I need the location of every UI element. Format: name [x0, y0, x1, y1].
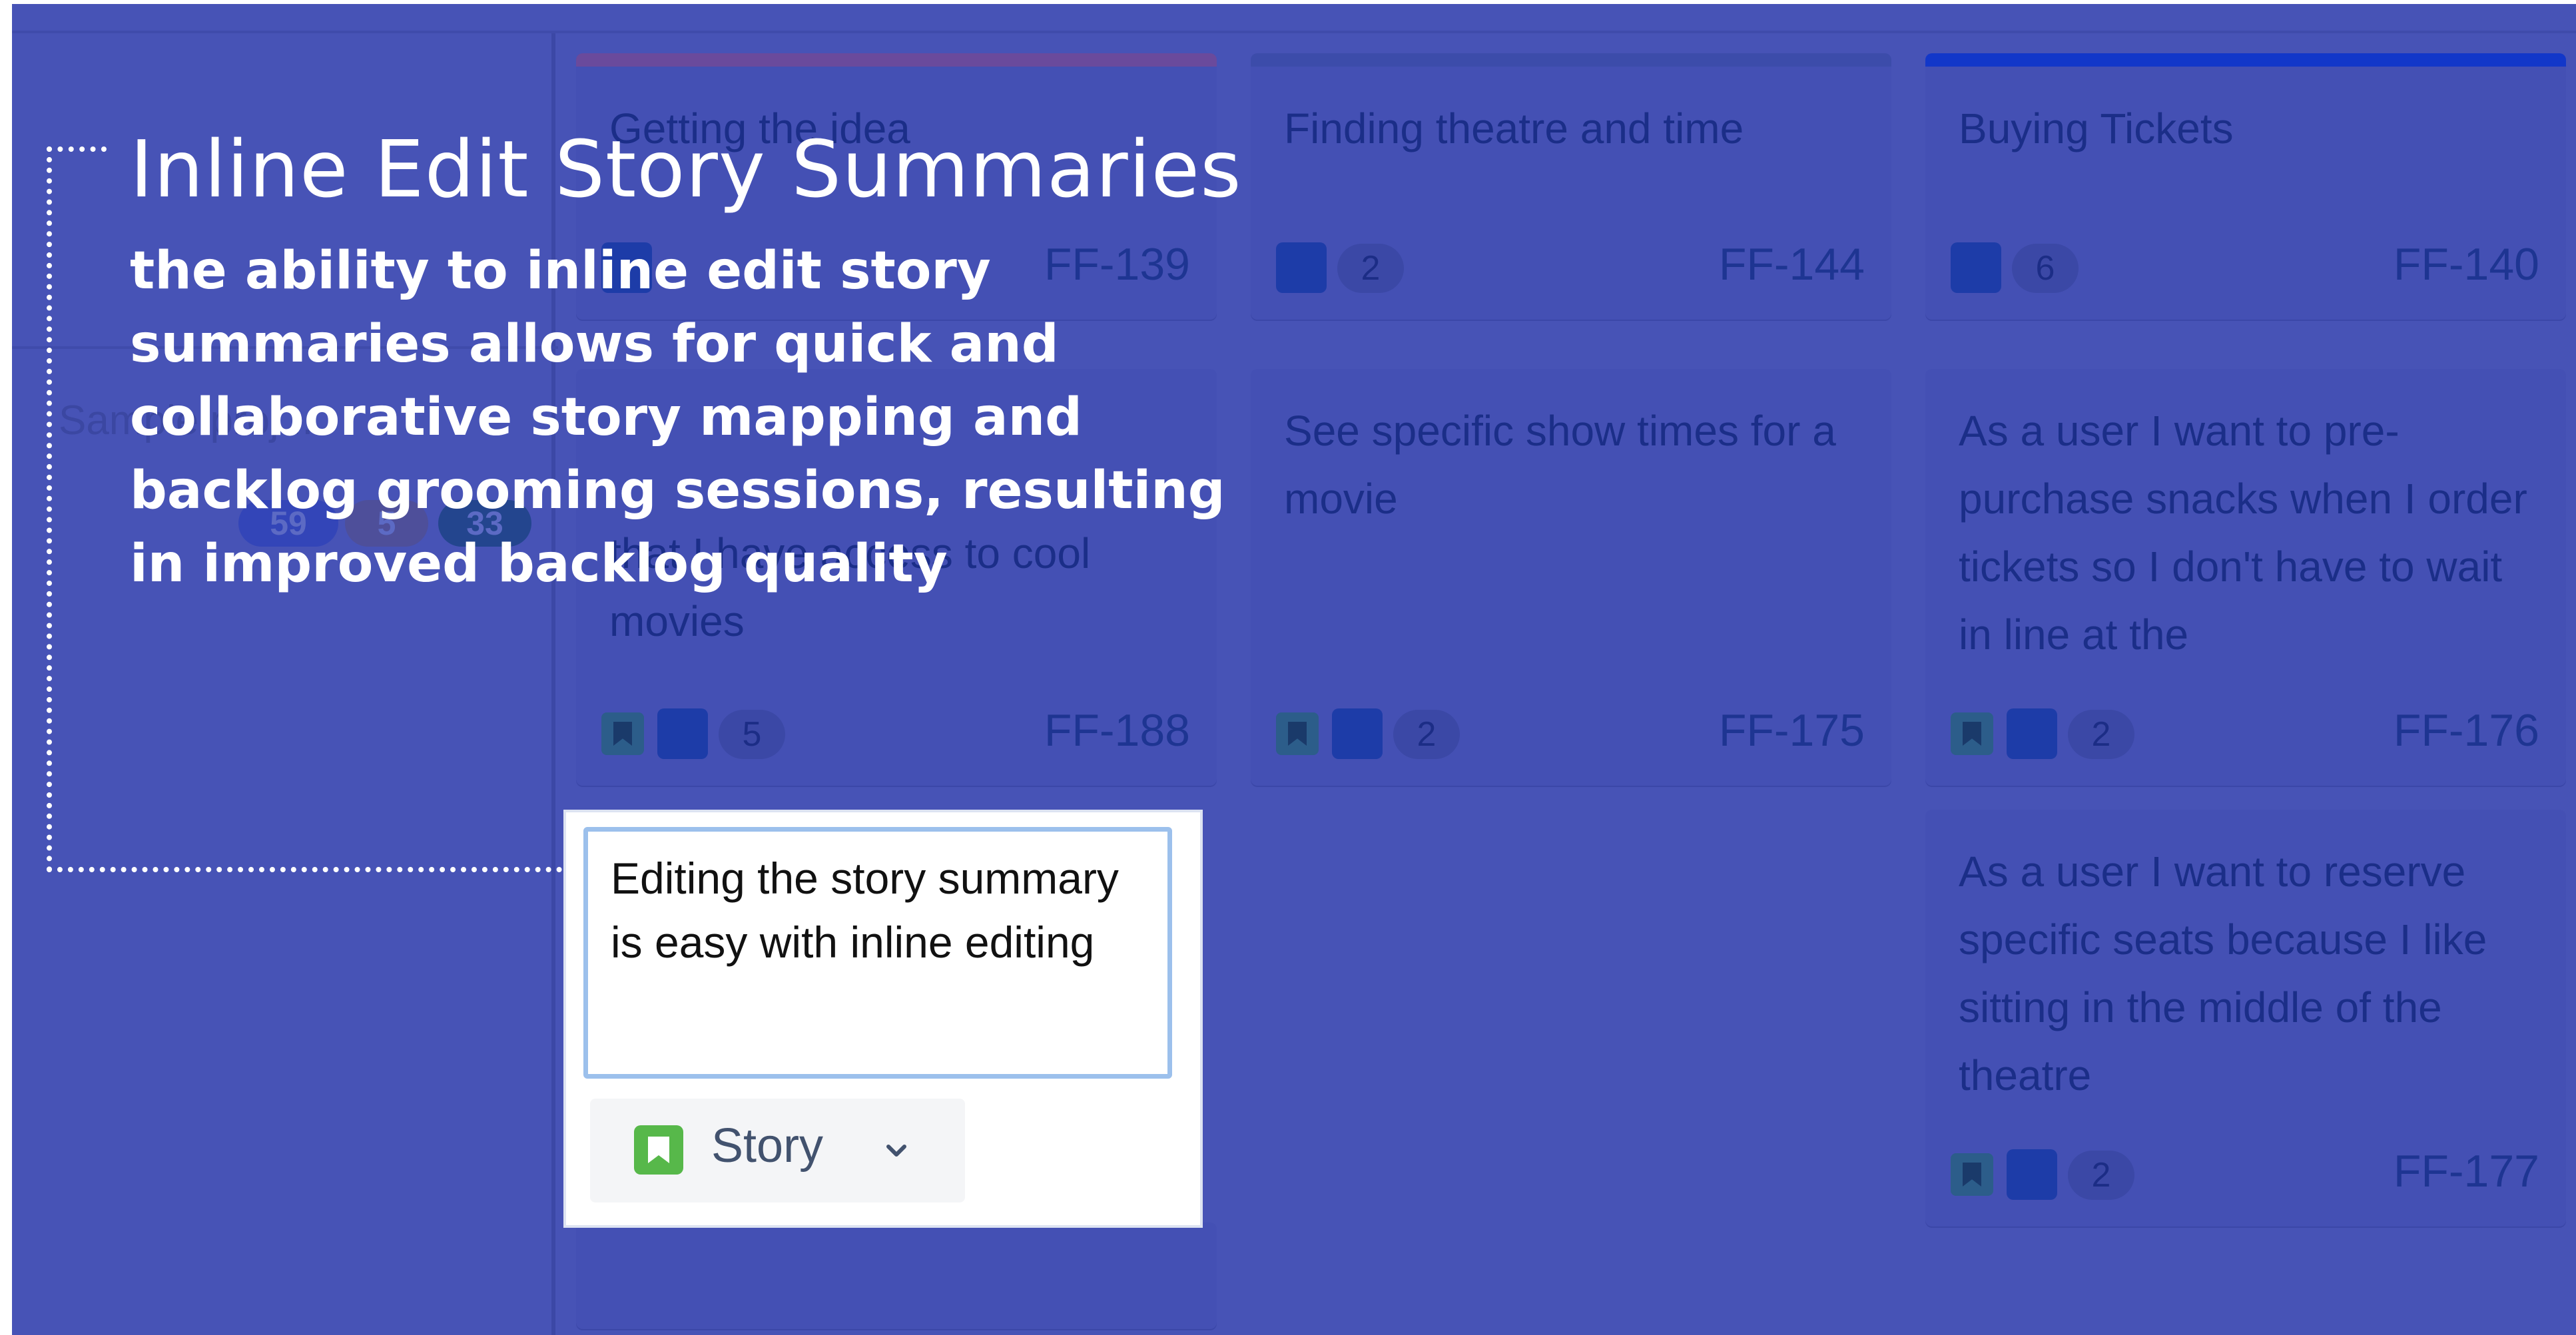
epic-color-stripe [1925, 53, 2566, 67]
story-count-badge: 6 [2012, 244, 2079, 293]
callout-title: Inline Edit Story Summaries [130, 123, 1242, 215]
issue-key[interactable]: FF-144 [1719, 238, 1865, 290]
story-bookmark-icon [634, 1125, 683, 1175]
story-type-icon [601, 712, 644, 755]
chevron-down-icon[interactable] [883, 1137, 910, 1164]
issue-key[interactable]: FF-176 [2394, 704, 2539, 756]
summary-edit-value[interactable]: Editing the story summary is easy with i… [611, 846, 1147, 974]
summary-edit-field[interactable]: Editing the story summary is easy with i… [583, 827, 1172, 1079]
issue-key[interactable]: FF-175 [1719, 704, 1865, 756]
card-summary[interactable]: As a user I want to reserve specific sea… [1959, 838, 2539, 1109]
card-summary[interactable]: Finding theatre and time [1284, 95, 1865, 162]
swimlane-column-divider [551, 33, 555, 1335]
epic-card[interactable]: Finding theatre and time 2 FF-144 [1251, 53, 1891, 320]
inline-edit-card[interactable]: Editing the story summary is easy with i… [566, 812, 1200, 1225]
card-meta: 5 FF-188 [601, 703, 1190, 762]
card-meta: 6 FF-140 [1951, 237, 2539, 296]
card-summary[interactable]: See specific show times for a movie [1284, 397, 1865, 533]
callout-connector-vertical [47, 146, 52, 872]
callout-description: the ability to inline edit story summari… [130, 241, 1225, 594]
issue-key[interactable]: FF-177 [2394, 1145, 2539, 1197]
card-meta: 2 FF-177 [1951, 1144, 2539, 1202]
issue-key[interactable]: FF-140 [2394, 238, 2539, 290]
priority-icon [657, 708, 708, 759]
estimate-badge: 2 [1393, 710, 1460, 759]
story-card[interactable]: See specific show times for a movie 2 FF… [1251, 369, 1891, 786]
story-card[interactable]: As a user I want to reserve specific sea… [1925, 810, 2566, 1226]
card-meta: 2 FF-176 [1951, 703, 2539, 762]
story-count-badge: 2 [1337, 244, 1404, 293]
priority-icon [2007, 1149, 2057, 1200]
callout-connector-bottom [47, 867, 573, 872]
epic-color-stripe [576, 53, 1217, 67]
priority-icon [1332, 708, 1383, 759]
issue-type-select[interactable]: Story [590, 1099, 965, 1202]
epic-icon [1276, 242, 1327, 293]
board-header-divider [12, 31, 2576, 33]
epic-icon [1951, 242, 2001, 293]
card-meta: 2 FF-175 [1276, 703, 1865, 762]
card-summary[interactable]: As a user I want to pre-purchase snacks … [1959, 397, 2539, 668]
story-card[interactable] [576, 1222, 1217, 1329]
story-type-icon [1951, 1153, 1993, 1196]
story-type-icon [1951, 712, 1993, 755]
estimate-badge: 2 [2068, 1151, 2134, 1200]
epic-color-stripe [1251, 53, 1891, 67]
estimate-badge: 2 [2068, 710, 2134, 759]
estimate-badge: 5 [719, 710, 785, 759]
story-type-icon [1276, 712, 1319, 755]
story-card[interactable]: As a user I want to pre-purchase snacks … [1925, 369, 2566, 786]
issue-type-label: Story [711, 1119, 824, 1173]
card-summary[interactable]: Buying Tickets [1959, 95, 2539, 162]
issue-key[interactable]: FF-188 [1044, 704, 1190, 756]
priority-icon [2007, 708, 2057, 759]
card-meta: 2 FF-144 [1276, 237, 1865, 296]
callout-connector-top [47, 146, 107, 152]
epic-card[interactable]: Buying Tickets 6 FF-140 [1925, 53, 2566, 320]
